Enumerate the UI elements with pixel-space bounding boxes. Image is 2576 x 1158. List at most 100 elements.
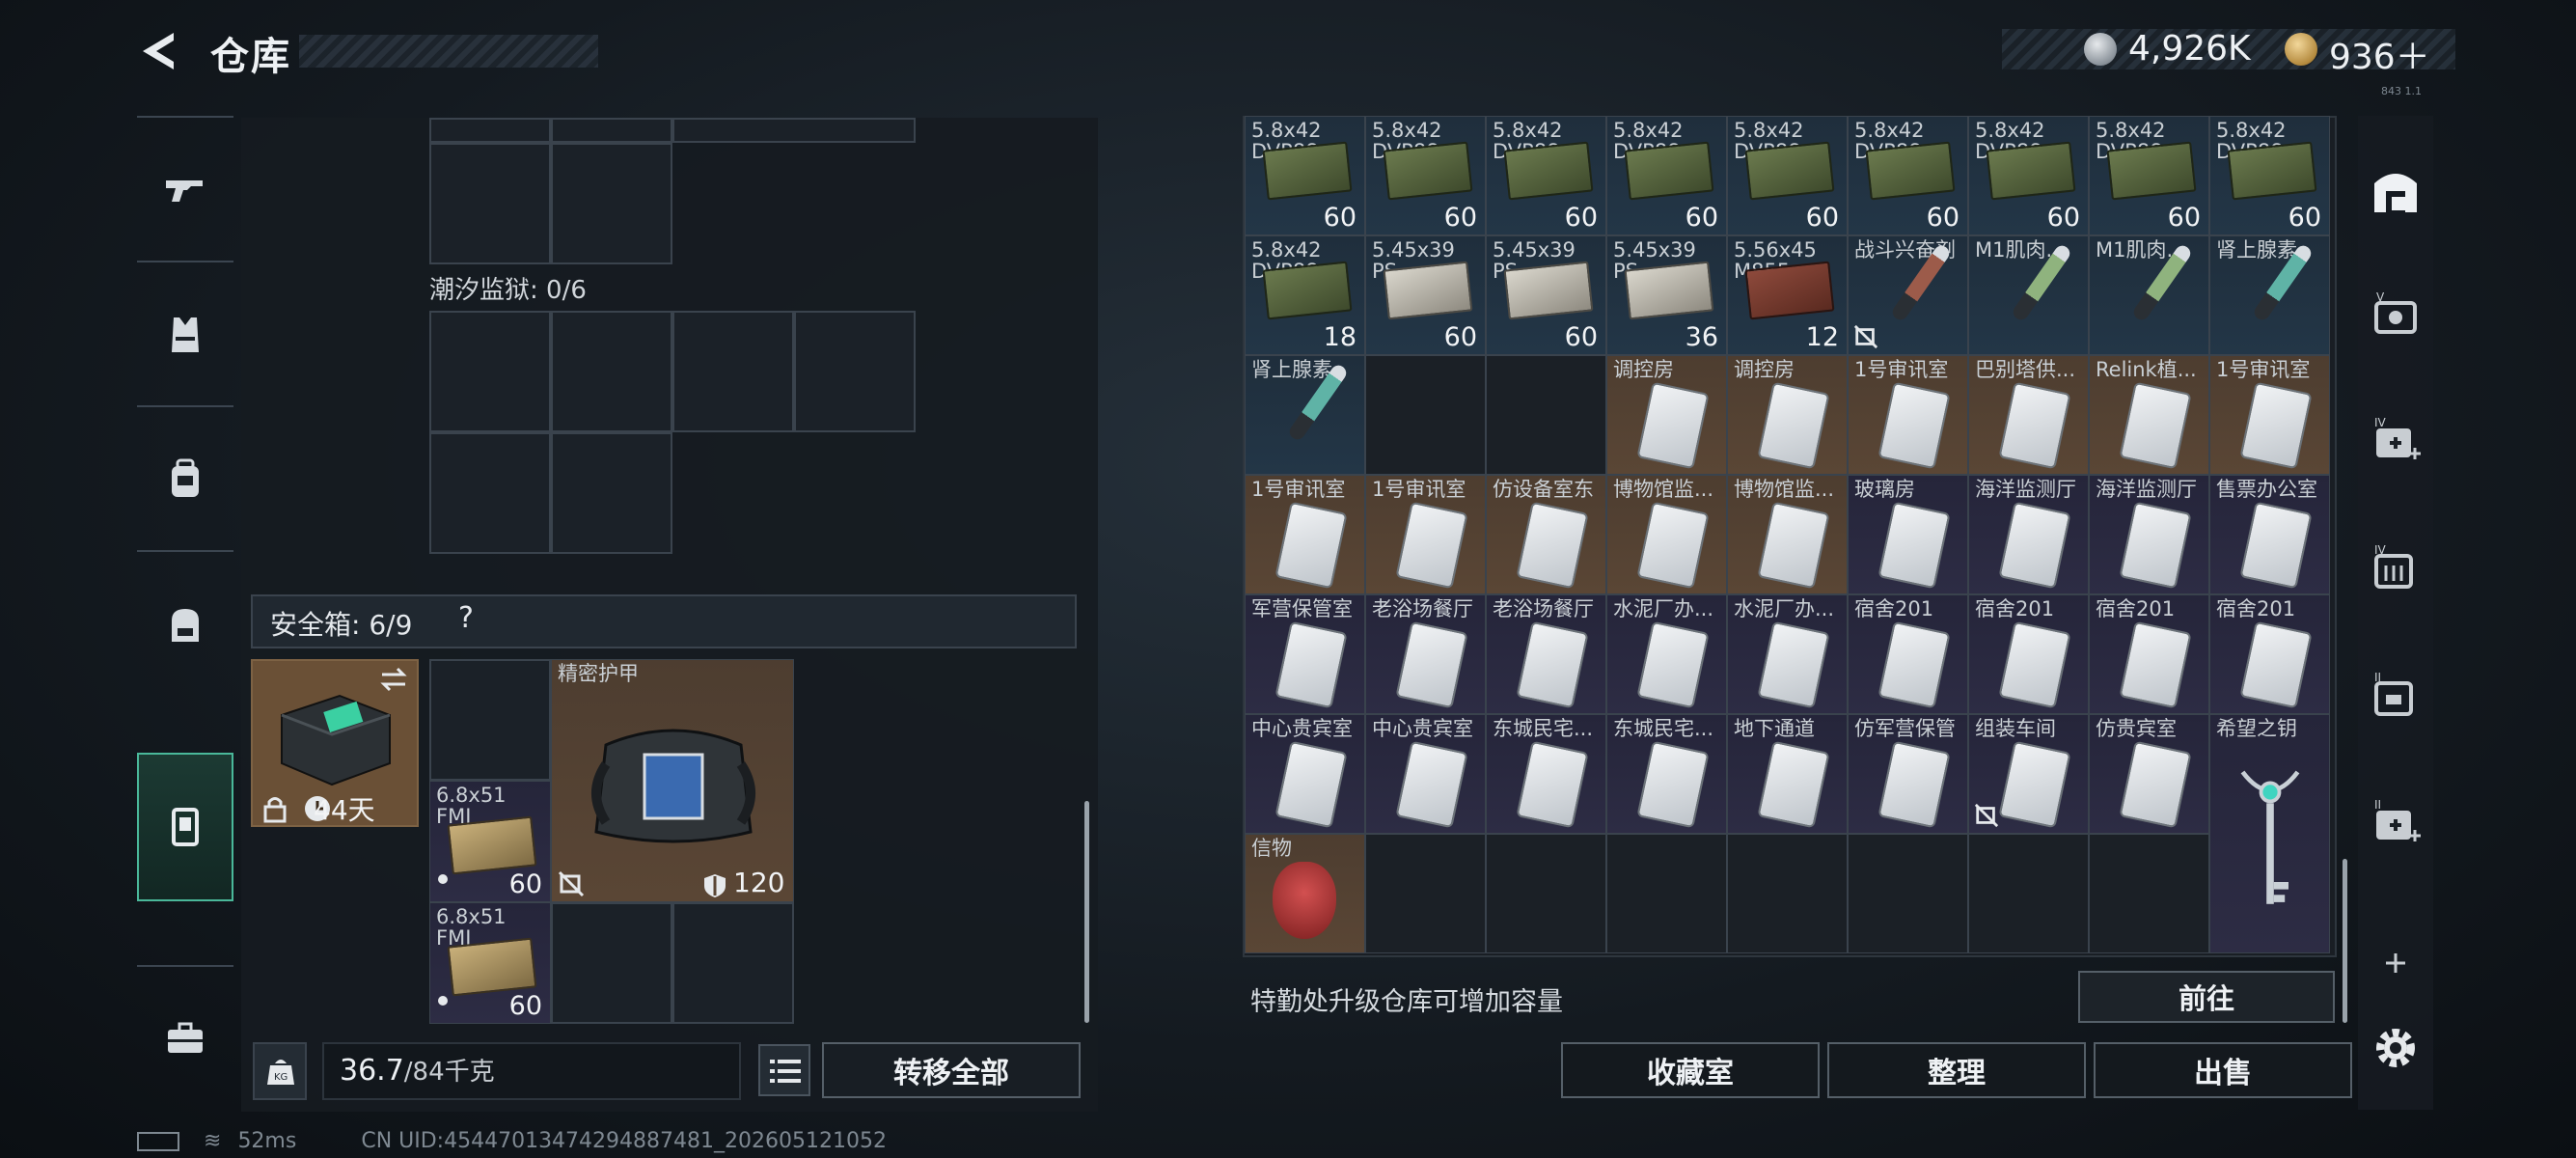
storage-item[interactable]: 5.8x42DVP8860 (1727, 116, 1848, 235)
nav-rig[interactable] (137, 405, 233, 552)
storage-item[interactable]: 中心贵宾室 (1365, 714, 1486, 834)
transfer-all-button[interactable]: 转移全部 (822, 1042, 1081, 1098)
grid-slot[interactable] (672, 118, 916, 143)
storage-item[interactable]: 玻璃房 (1848, 475, 1968, 594)
storage-item[interactable]: 5.8x42DVP8818 (1245, 235, 1365, 355)
storage-empty-slot[interactable] (1486, 355, 1606, 475)
storage-item[interactable]: Relink植... (2089, 355, 2209, 475)
storage-item[interactable]: 巴别塔供... (1968, 355, 2089, 475)
storage-item[interactable]: 5.8x42DVP8860 (1245, 116, 1365, 235)
grid-slot[interactable] (429, 118, 551, 143)
storage-item[interactable]: 信物 (1245, 834, 1365, 953)
storage-item[interactable]: 海洋监测厅 (2089, 475, 2209, 594)
storage-item[interactable]: 宿舍201 (1848, 594, 1968, 714)
storage-item[interactable]: M1肌肉... (1968, 235, 2089, 355)
storage-item[interactable]: 宿舍201 (2209, 594, 2330, 714)
storage-item[interactable]: 博物馆监... (1606, 475, 1727, 594)
help-button[interactable]: ? (458, 601, 474, 635)
storage-item[interactable]: 1号审讯室 (1848, 355, 1968, 475)
storage-scrollbar[interactable] (2343, 859, 2347, 1023)
goto-button[interactable]: 前往 (2078, 971, 2335, 1023)
gear-icon[interactable] (2369, 1021, 2423, 1075)
storage-item[interactable]: 5.56x45M85512 (1727, 235, 1848, 355)
swap-icon[interactable] (378, 665, 409, 694)
storage-empty-slot[interactable] (1365, 355, 1486, 475)
storage-item[interactable]: 宿舍201 (1968, 594, 2089, 714)
storage-item[interactable]: 售票办公室 (2209, 475, 2330, 594)
exit-icon[interactable] (2369, 164, 2423, 218)
storage-item[interactable]: 仿军营保管 (1848, 714, 1968, 834)
storage-item[interactable]: 老浴场餐厅 (1365, 594, 1486, 714)
gold-currency-amount[interactable]: 936＋ (2329, 29, 2430, 79)
ammo-item[interactable]: 6.8x51 FMJ 60 (429, 781, 551, 902)
storage-item[interactable]: 5.8x42DVP8860 (1486, 116, 1606, 235)
storage-item[interactable]: 水泥厂办... (1727, 594, 1848, 714)
storage-item[interactable]: 5.8x42DVP8860 (1848, 116, 1968, 235)
storage-item[interactable]: 东城民宅... (1486, 714, 1606, 834)
storage-item[interactable]: 肾上腺素 (2209, 235, 2330, 355)
storage-item[interactable]: 地下通道 (1727, 714, 1848, 834)
storage-item[interactable]: 水泥厂办... (1606, 594, 1727, 714)
storage-empty-slot[interactable] (1727, 834, 1848, 953)
level5-bag-icon[interactable]: V (2369, 288, 2423, 342)
storage-item[interactable]: M1肌肉... (2089, 235, 2209, 355)
storage-item[interactable]: 中心贵宾室 (1245, 714, 1365, 834)
grid-slot[interactable] (429, 311, 551, 432)
collection-room-button[interactable]: 收藏室 (1561, 1042, 1820, 1098)
storage-item[interactable]: 5.8x42DVP8860 (1606, 116, 1727, 235)
storage-item[interactable]: 5.45x39PS36 (1606, 235, 1727, 355)
storage-item[interactable]: 5.8x42DVP8860 (2209, 116, 2330, 235)
nav-weapons[interactable] (137, 116, 233, 262)
nav-backpack[interactable] (137, 550, 233, 697)
grid-slot[interactable] (429, 659, 551, 781)
storage-item[interactable]: 5.8x42DVP8860 (2089, 116, 2209, 235)
grid-slot[interactable] (551, 432, 672, 554)
plus-icon[interactable] (2369, 936, 2423, 990)
storage-item[interactable]: 海洋监测厅 (1968, 475, 2089, 594)
grid-slot[interactable] (551, 311, 672, 432)
grid-slot[interactable] (672, 311, 794, 432)
storage-empty-slot[interactable] (1968, 834, 2089, 953)
left-scrollbar[interactable] (1084, 801, 1089, 1023)
storage-item[interactable]: 调控房 (1606, 355, 1727, 475)
grid-slot[interactable] (551, 902, 672, 1024)
storage-item[interactable]: 博物馆监... (1727, 475, 1848, 594)
storage-item[interactable]: 1号审讯室 (1365, 475, 1486, 594)
ammo-item[interactable]: 6.8x51 FMJ 60 (429, 902, 551, 1024)
level2-medkit-icon[interactable]: II (2369, 797, 2423, 851)
list-view-button[interactable] (758, 1044, 810, 1096)
level4-bag-icon[interactable]: IV (2369, 542, 2423, 596)
storage-item[interactable]: 仿设备室东 (1486, 475, 1606, 594)
nav-armor[interactable] (137, 261, 233, 407)
back-icon[interactable] (135, 27, 183, 75)
storage-item[interactable]: 调控房 (1727, 355, 1848, 475)
level2-bag-icon[interactable]: II (2369, 670, 2423, 724)
level4-medkit-icon[interactable]: IV (2369, 415, 2423, 469)
storage-empty-slot[interactable] (1606, 834, 1727, 953)
grid-slot[interactable] (429, 432, 551, 554)
grid-slot[interactable] (672, 902, 794, 1024)
storage-item[interactable]: 希望之钥 (2209, 714, 2330, 953)
nav-safe-case[interactable] (137, 753, 233, 901)
grid-slot[interactable] (429, 143, 551, 264)
storage-item[interactable]: 仿贵宾室 (2089, 714, 2209, 834)
sell-button[interactable]: 出售 (2094, 1042, 2352, 1098)
storage-item[interactable]: 军营保管室 (1245, 594, 1365, 714)
storage-item[interactable]: 5.45x39PS60 (1486, 235, 1606, 355)
storage-item[interactable]: 1号审讯室 (1245, 475, 1365, 594)
storage-item[interactable]: 1号审讯室 (2209, 355, 2330, 475)
grid-slot[interactable] (551, 118, 672, 143)
storage-item[interactable]: 宿舍201 (2089, 594, 2209, 714)
storage-empty-slot[interactable] (1848, 834, 1968, 953)
storage-empty-slot[interactable] (1486, 834, 1606, 953)
storage-empty-slot[interactable] (1365, 834, 1486, 953)
storage-item[interactable]: 5.8x42DVP8860 (1968, 116, 2089, 235)
storage-item[interactable]: 肾上腺素 (1245, 355, 1365, 475)
storage-item[interactable]: 东城民宅... (1606, 714, 1727, 834)
armor-item[interactable]: 精密护甲 120 (551, 659, 794, 902)
grid-slot[interactable] (794, 311, 916, 432)
grid-slot[interactable] (551, 143, 672, 264)
storage-item[interactable]: 5.8x42DVP8860 (1365, 116, 1486, 235)
storage-empty-slot[interactable] (2089, 834, 2209, 953)
sort-button[interactable]: 整理 (1827, 1042, 2086, 1098)
